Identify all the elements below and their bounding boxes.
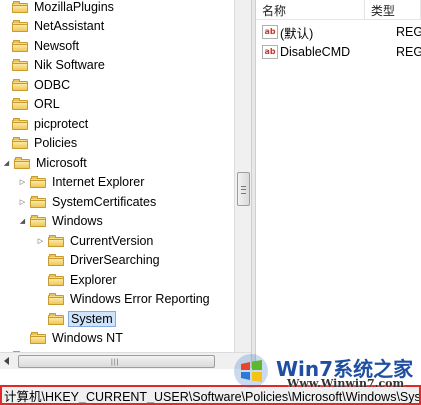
expand-arrow-icon[interactable]: ▷ (18, 192, 27, 211)
collapse-arrow-icon[interactable]: ◢ (2, 153, 11, 172)
tree-item-label: MozillaPlugins (34, 0, 114, 14)
value-type: REG_SZ (396, 45, 421, 59)
registry-key-tree[interactable]: MozillaPlugins NetAssistant Newsoft Nik … (0, 0, 234, 368)
tree-item-label: Windows (52, 213, 103, 228)
tree-item-netassistant[interactable]: NetAssistant (0, 16, 106, 35)
tree-item-mozillaplugins[interactable]: MozillaPlugins (0, 0, 116, 16)
folder-icon (30, 175, 46, 188)
tree-item-orl[interactable]: ORL (0, 94, 62, 113)
tree-item-label: Windows Error Reporting (70, 291, 210, 306)
tree-item-label: System (68, 310, 116, 327)
folder-icon (48, 273, 64, 286)
tree-item-label: ORL (34, 96, 60, 111)
folder-icon (48, 253, 64, 266)
folder-icon (12, 0, 28, 13)
expand-arrow-icon[interactable]: ▷ (18, 172, 27, 191)
expand-arrow-icon[interactable]: ▷ (36, 231, 45, 250)
tree-item-systemcertificates[interactable]: ▷ SystemCertificates (18, 192, 158, 211)
tree-item-microsoft[interactable]: ◢ Microsoft (2, 153, 89, 172)
folder-icon (12, 58, 28, 71)
tree-item-windows[interactable]: ◢ Windows (18, 211, 105, 230)
column-header-type[interactable]: 类型 (365, 0, 421, 20)
tree-item-currentversion[interactable]: ▷ CurrentVersion (36, 231, 155, 250)
tree-item-label: picprotect (34, 116, 89, 131)
tree-item-label: Newsoft (34, 38, 80, 53)
list-header: 名称 类型 (256, 0, 421, 20)
tree-item-driversearching[interactable]: DriverSearching (36, 250, 162, 269)
tree-horizontal-scrollbar[interactable]: ||| (0, 352, 251, 369)
tree-item-label: DriverSearching (70, 252, 160, 267)
tree-item-label: Internet Explorer (52, 174, 145, 189)
folder-open-icon (14, 156, 30, 169)
folder-icon (12, 78, 28, 91)
value-name: (默认) (280, 26, 314, 41)
folder-icon (30, 331, 46, 344)
tree-item-label: Policies (34, 135, 78, 150)
scrollbar-thumb[interactable] (237, 172, 250, 206)
folder-icon (12, 97, 28, 110)
tree-item-label: ODBC (34, 77, 71, 92)
tree-item-label: Explorer (70, 272, 117, 287)
folder-open-icon (30, 214, 46, 227)
values-list[interactable]: 名称 类型 ab (默认) REG_SZ ab DisableCMD REG_S… (256, 0, 421, 368)
folder-icon (12, 39, 28, 52)
tree-vertical-scrollbar[interactable] (234, 0, 251, 368)
grip-icon: ||| (111, 359, 120, 366)
scroll-left-arrow-icon[interactable] (4, 357, 9, 365)
string-value-icon: ab (262, 45, 278, 59)
column-header-name[interactable]: 名称 (256, 0, 365, 20)
tree-item-nik-software[interactable]: Nik Software (0, 55, 107, 74)
tree-item-explorer[interactable]: Explorer (36, 270, 119, 289)
tree-item-label: CurrentVersion (70, 233, 154, 248)
scrollbar-thumb[interactable]: ||| (18, 355, 215, 368)
tree-item-label: Nik Software (34, 57, 105, 72)
registry-path: 计算机\HKEY_CURRENT_USER\Software\Policies\… (4, 389, 421, 404)
tree-item-label: NetAssistant (34, 18, 105, 33)
collapse-arrow-icon[interactable]: ◢ (18, 211, 27, 230)
folder-open-icon (48, 312, 64, 325)
tree-item-policies[interactable]: Policies (0, 133, 79, 152)
value-name: DisableCMD (280, 45, 351, 59)
folder-icon (30, 195, 46, 208)
status-bar: 计算机\HKEY_CURRENT_USER\Software\Policies\… (0, 385, 421, 405)
tree-item-label: SystemCertificates (52, 194, 157, 209)
string-value-icon: ab (262, 25, 278, 39)
folder-icon (12, 19, 28, 32)
tree-item-windows-nt[interactable]: Windows NT (18, 328, 125, 347)
tree-item-label: Microsoft (36, 155, 87, 170)
tree-item-internet-explorer[interactable]: ▷ Internet Explorer (18, 172, 146, 191)
tree-item-windows-error-reporting[interactable]: Windows Error Reporting (36, 289, 212, 308)
tree-item-newsoft[interactable]: Newsoft (0, 36, 81, 55)
value-row[interactable]: ab (默认) REG_SZ (256, 22, 421, 42)
value-row[interactable]: ab DisableCMD REG_SZ (256, 42, 421, 62)
tree-item-picprotect[interactable]: picprotect (0, 114, 90, 133)
folder-icon (48, 234, 64, 247)
folder-icon (12, 136, 28, 149)
tree-item-odbc[interactable]: ODBC (0, 75, 72, 94)
folder-icon (12, 117, 28, 130)
folder-icon (48, 292, 64, 305)
tree-item-system[interactable]: System (36, 309, 116, 328)
value-type: REG_SZ (396, 25, 421, 39)
tree-item-label: Windows NT (52, 330, 123, 345)
